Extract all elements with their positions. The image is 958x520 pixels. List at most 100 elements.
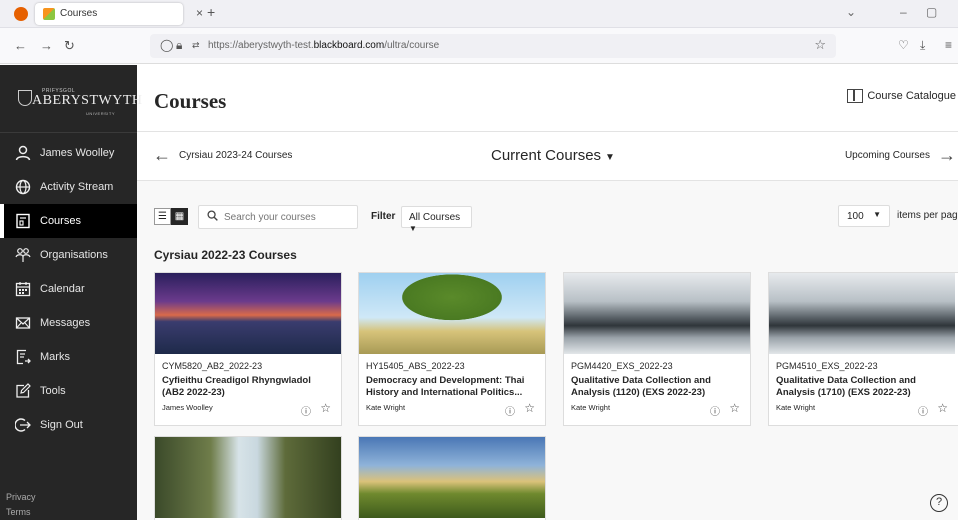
course-card[interactable] <box>154 436 342 520</box>
tab-close-icon[interactable]: × <box>196 6 203 20</box>
courses-icon <box>14 212 32 230</box>
next-term-button[interactable]: Upcoming Courses → <box>845 145 956 165</box>
sidebar-item-label: Sign Out <box>40 419 83 431</box>
course-catalogue-label: Course Catalogue <box>867 90 956 102</box>
calendar-icon <box>14 280 32 298</box>
catalogue-icon <box>847 89 864 103</box>
favorite-star-icon[interactable]: ☆ <box>937 401 948 415</box>
filter-select[interactable]: All Courses ▼ <box>401 206 472 233</box>
tab-title: Courses <box>60 8 98 19</box>
search-input[interactable] <box>224 211 344 223</box>
favorite-star-icon[interactable]: ☆ <box>320 401 331 415</box>
course-name[interactable]: Qualitative Data Collection and Analysis… <box>776 375 948 399</box>
shield-icon[interactable]: ◯ <box>160 38 173 52</box>
browser-nav-bar: ← → ↻ ◯ 🔒︎ ⇄ https://aberystwyth-test.bl… <box>0 28 958 64</box>
course-list-area: ☰ ▦ Filter All Courses ▼ 100 ▼ items per… <box>137 181 958 520</box>
course-name[interactable]: Democracy and Development: Thai History … <box>366 375 538 399</box>
course-image[interactable] <box>564 273 750 354</box>
course-name[interactable]: Cyfieithu Creadigol Rhyngwladol (AB2 202… <box>162 375 334 399</box>
logo-sub-text: UNIVERSITY <box>86 111 116 116</box>
course-code: PGM4510_EXS_2022-23 <box>776 361 878 371</box>
search-icon <box>207 210 218 224</box>
course-code: HY15405_ABS_2022-23 <box>366 361 465 371</box>
sidebar-item-tools[interactable]: Tools <box>0 374 137 408</box>
reload-icon[interactable]: ↻ <box>64 38 75 54</box>
course-image[interactable] <box>359 273 545 354</box>
help-icon[interactable]: ? <box>930 494 948 512</box>
university-logo[interactable]: PRIFYSGOL ABERYSTWYTH UNIVERSITY <box>0 65 142 133</box>
browser-tab-bar: Courses × + ⌄ – ▢ <box>0 0 958 28</box>
browser-tab[interactable]: Courses × <box>35 3 203 25</box>
course-catalogue-button[interactable]: Course Catalogue <box>847 89 956 103</box>
sidebar: PRIFYSGOL ABERYSTWYTH UNIVERSITY James W… <box>0 65 142 520</box>
sidebar-item-activity-stream[interactable]: Activity Stream <box>0 170 137 204</box>
envelope-icon <box>14 314 32 332</box>
sidebar-item-courses[interactable]: Courses <box>0 204 137 238</box>
caret-down-icon: ▼ <box>605 152 615 163</box>
page-title: Courses <box>154 89 227 113</box>
new-tab-icon[interactable]: + <box>207 4 215 20</box>
terms-link[interactable]: Terms <box>6 507 31 517</box>
list-view-icon[interactable]: ☰ <box>154 208 171 225</box>
course-name[interactable]: Qualitative Data Collection and Analysis… <box>571 375 743 399</box>
pocket-icon[interactable]: ♡ <box>898 38 909 52</box>
lock-icon[interactable]: 🔒︎ <box>176 38 182 53</box>
caret-down-icon: ▼ <box>873 210 881 219</box>
course-card[interactable] <box>358 436 546 520</box>
url-bar[interactable]: ◯ 🔒︎ ⇄ https://aberystwyth-test.blackboa… <box>150 34 836 58</box>
sidebar-item-label: Tools <box>40 385 66 397</box>
items-per-page-label: items per page <box>897 210 958 221</box>
sidebar-item-label: Courses <box>40 215 81 227</box>
course-instructor: Kate Wright <box>776 403 816 412</box>
course-instructor: James Woolley <box>162 403 213 412</box>
sidebar-item-profile[interactable]: James Woolley <box>0 136 137 170</box>
info-icon[interactable]: ⓘ <box>505 403 515 418</box>
search-box <box>198 205 358 229</box>
logo-name: ABERYSTWYTH <box>32 93 143 108</box>
info-icon[interactable]: ⓘ <box>301 403 311 418</box>
restore-icon[interactable]: ▢ <box>926 5 937 19</box>
bookmark-star-icon[interactable]: ☆ <box>814 37 826 53</box>
globe-icon <box>14 178 32 196</box>
previous-term-button[interactable]: ← Cyrsiau 2023-24 Courses <box>153 146 293 164</box>
course-image[interactable] <box>155 437 341 518</box>
user-icon <box>14 144 32 162</box>
permissions-icon[interactable]: ⇄ <box>192 40 200 51</box>
course-image[interactable] <box>769 273 955 354</box>
sidebar-item-label: James Woolley <box>40 147 115 159</box>
menu-icon[interactable]: ≡ <box>945 38 952 52</box>
term-navigation: ← Cyrsiau 2023-24 Courses Current Course… <box>137 131 958 181</box>
course-card[interactable]: HY15405_ABS_2022-23 Democracy and Develo… <box>358 272 546 426</box>
course-instructor: Kate Wright <box>366 403 406 412</box>
info-icon[interactable]: ⓘ <box>918 403 928 418</box>
back-icon[interactable]: ← <box>14 38 27 53</box>
main-content: Courses Course Catalogue ← Cyrsiau 2023-… <box>137 65 958 520</box>
course-card[interactable]: CYM5820_AB2_2022-23 Cyfieithu Creadigol … <box>154 272 342 426</box>
sidebar-item-marks[interactable]: Marks <box>0 340 137 374</box>
course-code: CYM5820_AB2_2022-23 <box>162 361 263 371</box>
sidebar-item-calendar[interactable]: Calendar <box>0 272 137 306</box>
course-card[interactable]: PGM4420_EXS_2022-23 Qualitative Data Col… <box>563 272 751 426</box>
filter-value: All Courses <box>409 212 461 223</box>
forward-icon[interactable]: → <box>40 38 53 53</box>
course-card[interactable]: PGM4510_EXS_2022-23 Qualitative Data Col… <box>768 272 958 426</box>
arrow-right-icon: → <box>938 145 956 165</box>
favorite-star-icon[interactable]: ☆ <box>729 401 740 415</box>
current-term-dropdown[interactable]: Current Courses ▼ <box>491 147 615 164</box>
tab-list-icon[interactable]: ⌄ <box>846 5 856 19</box>
minimize-icon[interactable]: – <box>900 5 907 19</box>
grid-view-icon[interactable]: ▦ <box>171 208 188 225</box>
course-image[interactable] <box>155 273 341 354</box>
privacy-link[interactable]: Privacy <box>6 492 36 502</box>
info-icon[interactable]: ⓘ <box>710 403 720 418</box>
items-per-page-select[interactable]: 100 ▼ <box>838 205 890 227</box>
previous-term-label: Cyrsiau 2023-24 Courses <box>179 149 293 161</box>
sidebar-item-label: Activity Stream <box>40 181 114 193</box>
favorite-star-icon[interactable]: ☆ <box>524 401 535 415</box>
downloads-icon[interactable]: ⤓ <box>920 38 925 53</box>
sidebar-item-messages[interactable]: Messages <box>0 306 137 340</box>
sidebar-item-sign-out[interactable]: Sign Out <box>0 408 137 442</box>
view-toggle: ☰ ▦ <box>154 208 188 225</box>
course-image[interactable] <box>359 437 545 518</box>
sidebar-item-organisations[interactable]: Organisations <box>0 238 137 272</box>
